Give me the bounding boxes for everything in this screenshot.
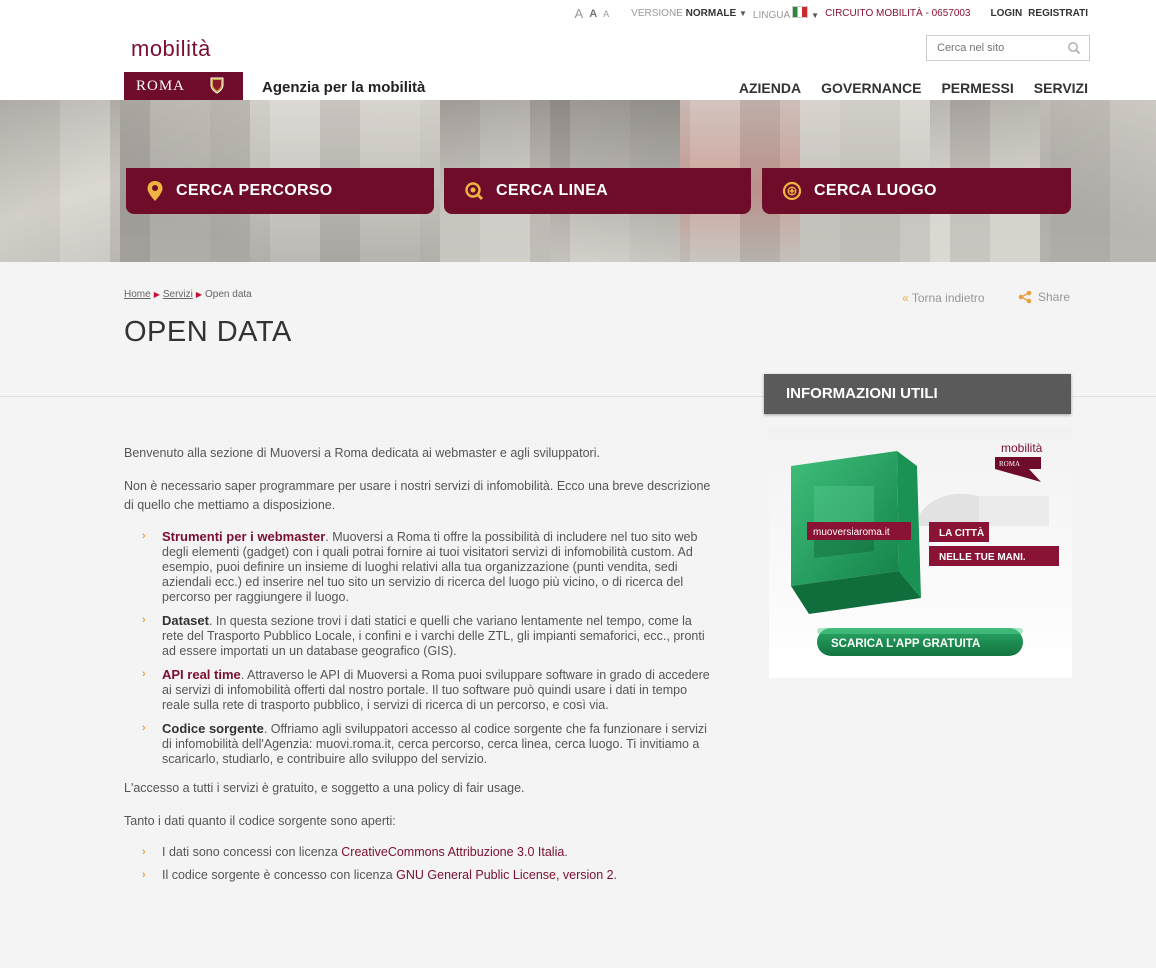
back-link[interactable]: « Torna indietro [902, 291, 985, 305]
logo-roma-text: ROMA [136, 78, 186, 94]
license-link-cc[interactable]: CreativeCommons Attribuzione 3.0 Italia [341, 845, 564, 859]
chevron-right-icon: › [142, 530, 146, 542]
agency-name: Agenzia per la mobilità [262, 79, 426, 96]
list-item-title[interactable]: Codice sorgente [162, 721, 264, 736]
list-item: › Codice sorgente. Offriamo agli sviluppa… [138, 721, 714, 767]
roma-shield-icon [210, 77, 224, 94]
font-size-medium[interactable]: A [589, 8, 597, 20]
chevron-down-icon: ▼ [738, 9, 747, 18]
cerca-linea-button[interactable]: CERCA LINEA [444, 168, 751, 214]
search-pin-icon [465, 182, 483, 200]
list-item-title[interactable]: API real time [162, 667, 241, 682]
list-item: › API real time. Attraverso le API di Muo… [138, 667, 714, 713]
cerca-luogo-button[interactable]: CERCA LUOGO [762, 168, 1071, 214]
ad-tag-1: LA CITTÀ [939, 526, 984, 539]
breadcrumb-current: Open data [205, 289, 252, 300]
free-access-paragraph: L'accesso a tutti i servizi è gratuito, … [124, 781, 525, 795]
app-promo-banner[interactable]: muoversiaroma.it LA CITTÀ NELLE TUE MANI… [769, 426, 1072, 678]
ad-tag-2: NELLE TUE MANI. [939, 552, 1026, 563]
double-chevron-left-icon: « [902, 291, 909, 305]
breadcrumb-servizi[interactable]: Servizi [163, 289, 193, 300]
services-list: › Strumenti per i webmaster. Muoversi a R… [124, 529, 714, 767]
chevron-right-icon: ▶ [153, 290, 160, 299]
list-item: › Strumenti per i webmaster. Muoversi a R… [138, 529, 714, 605]
share-icon [1018, 290, 1032, 304]
back-link-label: Torna indietro [911, 291, 985, 305]
intro-paragraph-2: Non è necessario saper programmare per u… [124, 479, 711, 512]
circuito-mobilita-link[interactable]: CIRCUITO MOBILITÀ - 0657003 [825, 8, 970, 19]
list-item: › Il codice sorgente è concesso con licen… [138, 868, 714, 883]
licenses-list: › I dati sono concessi con licenza Creati… [124, 845, 714, 883]
nav-item-permessi[interactable]: PERMESSI [941, 80, 1013, 96]
site-search [926, 35, 1090, 61]
share-button[interactable]: Share [1018, 290, 1070, 304]
license-link-gpl[interactable]: GNU General Public License, version 2 [396, 868, 613, 882]
chevron-right-icon: › [142, 614, 146, 626]
license-prefix: Il codice sorgente è concesso con licenz… [162, 868, 397, 882]
list-item-title[interactable]: Dataset [162, 613, 209, 628]
list-item: › Dataset. In questa sezione trovi i dati… [138, 613, 714, 659]
logo-mobilita[interactable]: mobilità [131, 36, 211, 62]
search-input[interactable] [927, 36, 1057, 60]
ad-site-text: muoversiaroma.it [813, 527, 890, 538]
cerca-percorso-label: CERCA PERCORSO [176, 182, 333, 199]
list-item-text: . In questa sezione trovi i dati statici… [162, 614, 705, 658]
nav-item-governance[interactable]: GOVERNANCE [821, 80, 921, 96]
breadcrumb: Home ▶ Servizi ▶ Open data [124, 289, 252, 300]
register-link[interactable]: REGISTRATI [1028, 8, 1088, 19]
search-icon[interactable] [1067, 41, 1081, 55]
sidebar-heading: INFORMAZIONI UTILI [764, 374, 1071, 414]
utility-bar: A A A VERSIONE NORMALE ▼ LINGUA ▼ CIRCUI… [575, 6, 1088, 21]
main-nav: AZIENDA GOVERNANCE PERMESSI SERVIZI [739, 80, 1088, 96]
chevron-right-icon: › [142, 869, 146, 881]
chevron-right-icon: › [142, 846, 146, 858]
license-suffix: . [564, 845, 568, 859]
license-prefix: I dati sono concessi con licenza [162, 845, 342, 859]
ad-logo-word: mobilità [1001, 441, 1043, 455]
ad-logo-roma: ROMA [999, 460, 1020, 468]
intro-paragraph: Benvenuto alla sezione di Muoversi a Rom… [124, 446, 600, 460]
font-size-small[interactable]: A [603, 9, 609, 19]
license-suffix: . [613, 868, 618, 882]
version-label: VERSIONE [631, 8, 683, 19]
plus-circle-icon [782, 181, 802, 201]
main-content: Benvenuto alla sezione di Muoversi a Rom… [124, 444, 714, 895]
font-size-large[interactable]: A [575, 6, 584, 21]
page-title: OPEN DATA [124, 316, 292, 348]
breadcrumb-home[interactable]: Home [124, 289, 151, 300]
version-value: NORMALE [685, 8, 737, 19]
login-link[interactable]: LOGIN [991, 8, 1023, 19]
cerca-luogo-label: CERCA LUOGO [814, 182, 937, 199]
list-item: › I dati sono concessi con licenza Creati… [138, 845, 714, 860]
chevron-right-icon: › [142, 722, 146, 734]
app-promo-graphic: muoversiaroma.it LA CITTÀ NELLE TUE MANI… [769, 426, 1072, 678]
nav-item-servizi[interactable]: SERVIZI [1034, 80, 1088, 96]
chevron-down-icon: ▼ [811, 11, 820, 20]
map-pin-icon [147, 181, 163, 201]
ad-cta-text: SCARICA L'APP GRATUITA [831, 638, 980, 650]
chevron-right-icon: ▶ [195, 290, 203, 299]
cerca-percorso-button[interactable]: CERCA PERCORSO [126, 168, 434, 214]
nav-item-azienda[interactable]: AZIENDA [739, 80, 801, 96]
list-item-text: . Attraverso le API di Muoversi a Roma p… [162, 668, 710, 712]
logo-roma-bar[interactable]: ROMA [124, 72, 243, 100]
language-label: LINGUA [752, 10, 790, 21]
list-item-title[interactable]: Strumenti per i webmaster [162, 529, 325, 544]
chevron-right-icon: › [142, 668, 146, 680]
version-selector[interactable]: VERSIONE NORMALE ▼ [631, 8, 747, 19]
open-paragraph: Tanto i dati quanto il codice sorgente s… [124, 814, 396, 828]
cerca-linea-label: CERCA LINEA [496, 182, 609, 199]
language-selector[interactable]: LINGUA ▼ [753, 6, 819, 21]
share-label: Share [1038, 290, 1071, 304]
italy-flag-icon [792, 6, 809, 18]
